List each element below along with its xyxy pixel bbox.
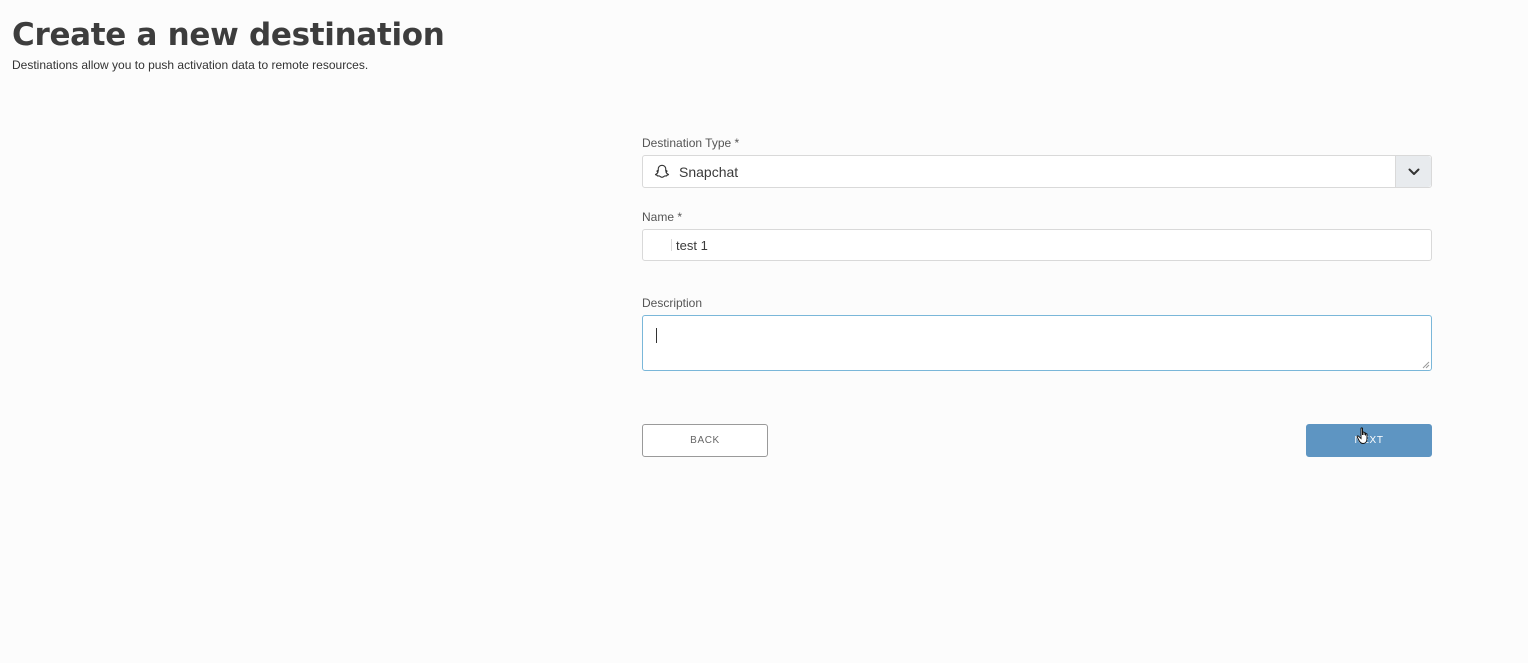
name-label: Name * — [642, 210, 683, 224]
destination-type-label: Destination Type * — [642, 136, 740, 150]
name-input-value: test 1 — [676, 237, 708, 253]
form-actions: BACK NEXT — [642, 424, 1432, 457]
destination-type-value: Snapchat — [679, 163, 739, 180]
destination-type-select[interactable]: Snapchat — [642, 155, 1432, 188]
name-field: Name * test 1 — [642, 210, 1432, 261]
description-label: Description — [642, 296, 703, 310]
description-field: Description — [642, 296, 1432, 371]
name-input[interactable]: test 1 — [642, 229, 1432, 261]
hand-cursor-icon — [1356, 427, 1368, 445]
page-title: Create a new destination — [12, 17, 445, 53]
page-header: Create a new destination Destinations al… — [12, 14, 445, 72]
destination-type-field: Destination Type * Snapchat — [642, 136, 1432, 188]
chevron-down-icon[interactable] — [1395, 156, 1431, 187]
description-textarea[interactable] — [642, 315, 1432, 371]
destination-form: Destination Type * Snapchat Name * test … — [642, 136, 1432, 457]
back-button[interactable]: BACK — [642, 424, 768, 457]
input-caret — [671, 239, 672, 251]
snapchat-ghost-icon — [651, 161, 673, 183]
page-subtitle: Destinations allow you to push activatio… — [12, 58, 369, 72]
resize-handle-icon[interactable] — [1422, 361, 1430, 369]
text-caret — [656, 328, 657, 343]
